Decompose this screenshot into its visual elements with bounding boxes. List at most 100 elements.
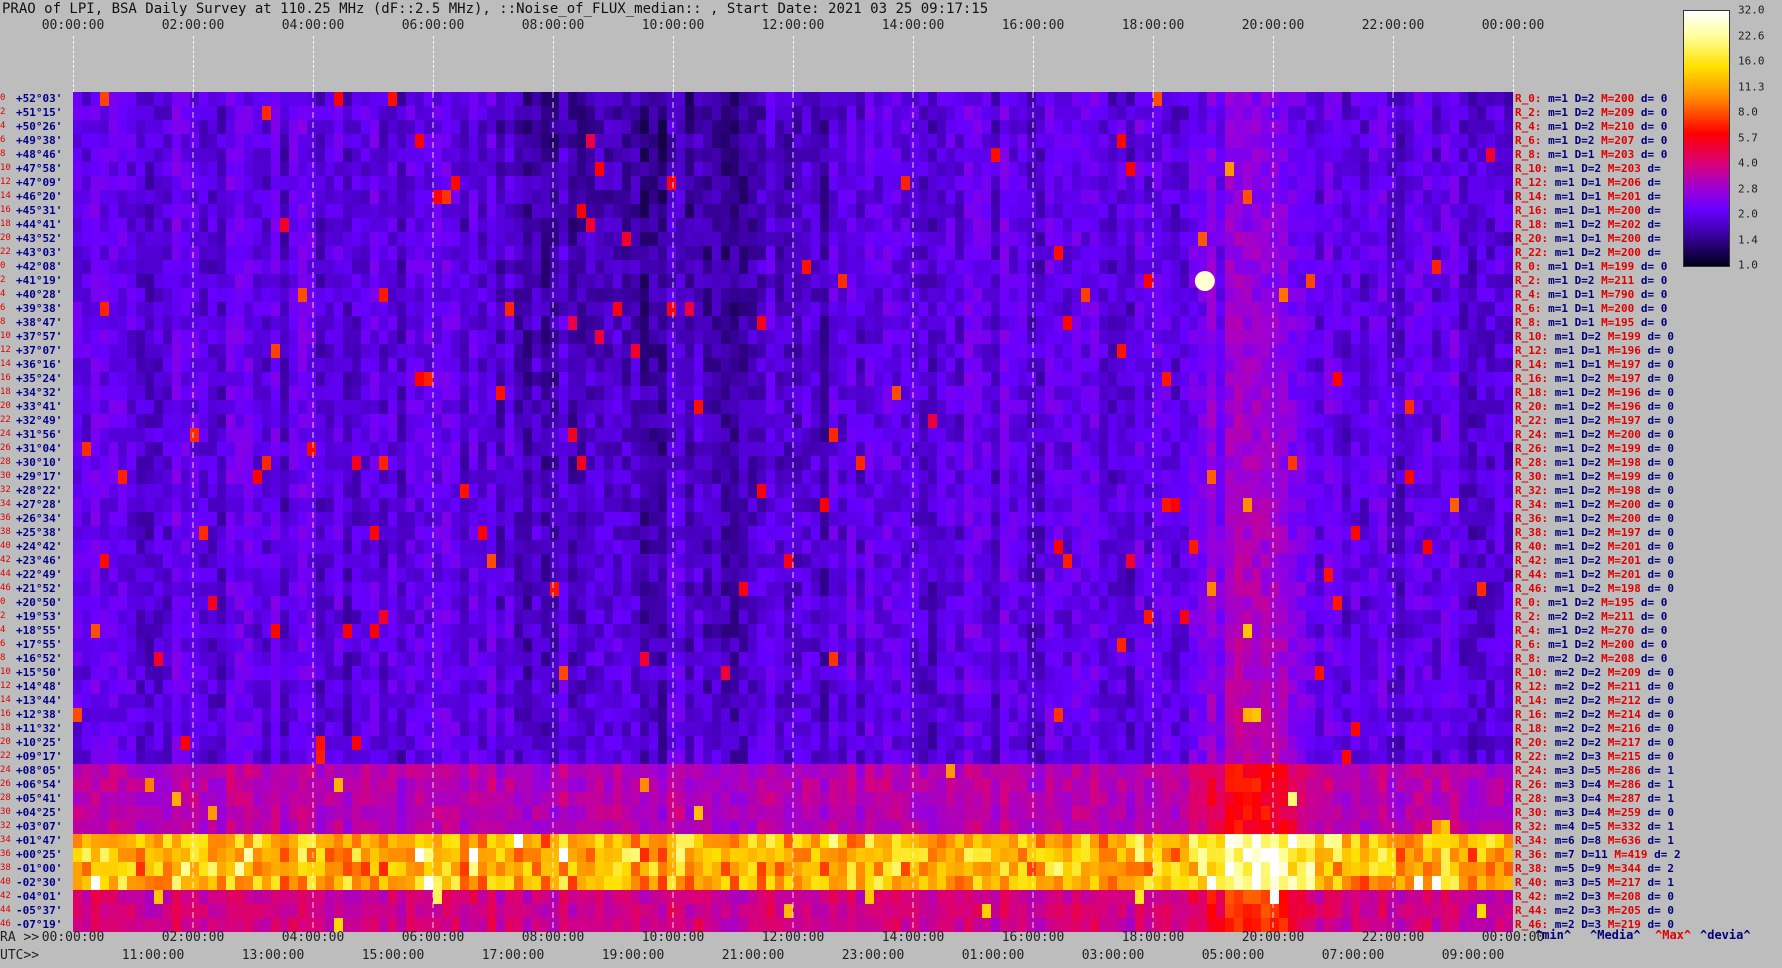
heatmap-cell — [1468, 176, 1478, 191]
heatmap-cell — [1144, 470, 1154, 485]
heatmap-cell — [100, 190, 110, 205]
heatmap-cell — [739, 120, 749, 135]
heatmap-cell — [100, 232, 110, 247]
heatmap-cell — [973, 386, 983, 401]
heatmap-cell — [352, 442, 362, 457]
heatmap-cell — [451, 148, 461, 163]
heatmap-cell — [1333, 134, 1343, 149]
heatmap-cell — [217, 302, 227, 317]
heatmap-cell — [235, 134, 245, 149]
heatmap-cell — [1189, 470, 1199, 485]
heatmap-cell — [1414, 246, 1424, 261]
heatmap-cell — [109, 330, 119, 345]
heatmap-cell — [505, 358, 515, 373]
heatmap-cell — [937, 386, 947, 401]
heatmap-cell — [1414, 120, 1424, 135]
heatmap-cell — [1315, 386, 1325, 401]
heatmap-cell — [1027, 120, 1037, 135]
heatmap-cell — [1405, 484, 1415, 499]
heatmap-cell — [1117, 498, 1127, 513]
heatmap-cell — [1396, 484, 1406, 499]
heatmap-cell — [91, 386, 101, 401]
heatmap-cell — [352, 120, 362, 135]
heatmap-cell — [397, 134, 407, 149]
heatmap-cell — [1396, 386, 1406, 401]
heatmap-cell — [1117, 120, 1127, 135]
heatmap-cell — [307, 498, 317, 513]
heatmap-cell — [1360, 428, 1370, 443]
heatmap-cell — [676, 302, 686, 317]
declination-label: +31°04' — [16, 442, 63, 455]
heatmap-cell — [676, 442, 686, 457]
heatmap-cell — [1171, 372, 1181, 387]
heatmap-cell — [1270, 204, 1280, 219]
top-gridline — [1393, 36, 1394, 92]
heatmap-cell — [946, 414, 956, 429]
heatmap-cell — [1144, 428, 1154, 443]
heatmap-cell — [1468, 162, 1478, 177]
heatmap-cell — [118, 134, 128, 149]
heatmap-cell — [1027, 470, 1037, 485]
heatmap-cell — [1405, 302, 1415, 317]
heatmap-cell — [208, 106, 218, 121]
row-index: 20 — [0, 401, 11, 411]
heatmap-cell — [154, 372, 164, 387]
heatmap-cell — [820, 232, 830, 247]
heatmap-cell — [253, 386, 263, 401]
heatmap-cell — [541, 92, 551, 107]
heatmap-cell — [604, 274, 614, 289]
heatmap-cell — [1000, 484, 1010, 499]
heatmap-cell — [982, 344, 992, 359]
heatmap-cell — [1477, 344, 1487, 359]
heatmap-cell — [505, 134, 515, 149]
heatmap-cell — [1279, 470, 1289, 485]
heatmap-cell — [847, 148, 857, 163]
heatmap-cell — [1009, 498, 1019, 513]
heatmap-cell — [1243, 232, 1253, 247]
heatmap-cell — [694, 498, 704, 513]
heatmap-cell — [163, 330, 173, 345]
heatmap-cell — [1261, 372, 1271, 387]
heatmap-cell — [1387, 316, 1397, 331]
row-index: 22 — [0, 751, 11, 761]
heatmap-cell — [721, 148, 731, 163]
heatmap-cell — [640, 302, 650, 317]
heatmap-cell — [415, 498, 425, 513]
heatmap-cell — [1450, 218, 1460, 233]
heatmap-cell — [928, 176, 938, 191]
heatmap-cell — [640, 456, 650, 471]
heatmap-cell — [478, 484, 488, 499]
heatmap-cell — [838, 442, 848, 457]
heatmap-cell — [739, 414, 749, 429]
heatmap-cell — [271, 358, 281, 373]
heatmap-cell — [1018, 162, 1028, 177]
heatmap-cell — [883, 358, 893, 373]
heatmap-cell — [136, 386, 146, 401]
heatmap-cell — [730, 428, 740, 443]
heatmap-cell — [973, 148, 983, 163]
heatmap-cell — [1468, 260, 1478, 275]
heatmap-cell — [1324, 288, 1334, 303]
heatmap-cell — [694, 274, 704, 289]
heatmap-cell — [1459, 260, 1469, 275]
heatmap-cell — [1333, 330, 1343, 345]
heatmap-cell — [1207, 400, 1217, 415]
row-index: 4 — [0, 625, 6, 635]
heatmap-cell — [460, 428, 470, 443]
heatmap-cell — [631, 176, 641, 191]
heatmap-cell — [1027, 162, 1037, 177]
heatmap-cell — [460, 204, 470, 219]
heatmap-cell — [631, 414, 641, 429]
heatmap-cell — [496, 400, 506, 415]
heatmap-cell — [460, 330, 470, 345]
heatmap-cell — [937, 204, 947, 219]
heatmap-cell — [523, 344, 533, 359]
heatmap-cell — [1171, 302, 1181, 317]
heatmap-cell — [1054, 162, 1064, 177]
heatmap-cell — [1432, 414, 1442, 429]
heatmap-cell — [244, 106, 254, 121]
heatmap-cell — [460, 232, 470, 247]
heatmap-cell — [847, 330, 857, 345]
heatmap-cell — [640, 134, 650, 149]
heatmap-cell — [775, 176, 785, 191]
